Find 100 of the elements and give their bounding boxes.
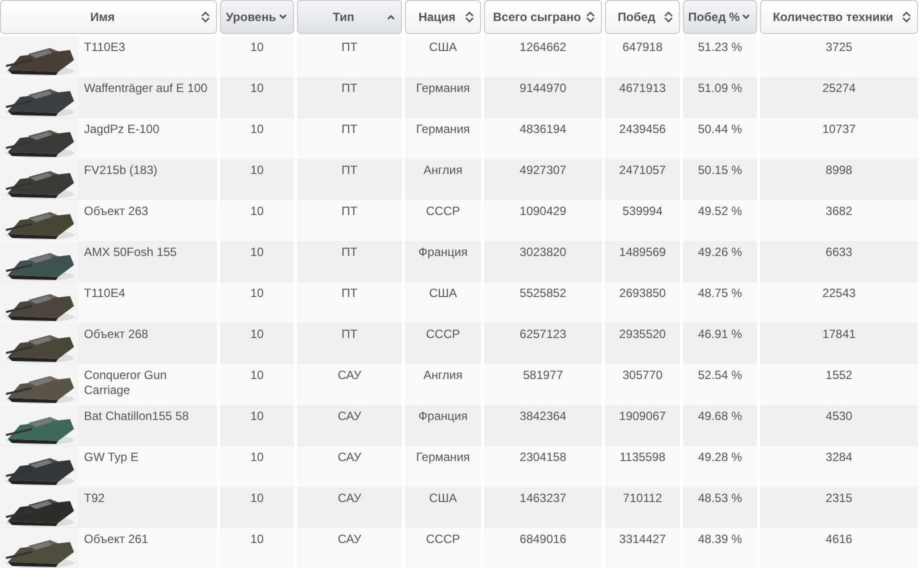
table-cell: 49.68 %	[698, 409, 742, 423]
table-cell: САУ	[338, 368, 362, 382]
table-cell: СССР	[426, 532, 460, 546]
table-cell: 51.23 %	[698, 40, 742, 54]
table-cell: 3314427	[619, 532, 666, 546]
table-cell: США	[429, 40, 457, 54]
table-cell: 51.09 %	[698, 81, 742, 95]
table-cell: 4530	[826, 409, 852, 423]
vehicle-name: T92	[84, 490, 106, 506]
table-cell: ПТ	[342, 40, 358, 54]
table-cell: Германия	[416, 81, 470, 95]
table-cell: 49.28 %	[698, 450, 742, 464]
table-cell: 25274	[822, 81, 856, 95]
table-cell: 2439456	[619, 122, 666, 136]
table-cell: 17841	[822, 327, 856, 341]
table-cell: 3284	[826, 450, 852, 464]
sort-icon	[201, 11, 210, 23]
vehicle-name: Объект 263	[84, 203, 150, 219]
table-cell: СССР	[426, 204, 460, 218]
table-cell: 4616	[826, 532, 852, 546]
table-cell: 10	[250, 409, 264, 423]
sort-icon	[664, 11, 673, 23]
table-cell: 6257123	[520, 327, 566, 341]
column-header[interactable]: Нация	[405, 0, 481, 34]
vehicle-name: Conqueror Gun Carriage	[84, 367, 168, 398]
table-cell: ПТ	[342, 122, 358, 136]
table-cell: 22543	[822, 286, 856, 300]
table-cell: 1135598	[620, 450, 666, 464]
table-cell: 1463237	[520, 491, 566, 505]
sort-icon	[465, 11, 474, 23]
column-header[interactable]: Побед %	[683, 0, 757, 34]
vehicle-name: Waffenträger auf E 100	[84, 80, 208, 96]
table-cell: 305770	[622, 368, 663, 382]
vehicle-name: AMX 50Fosh 155	[84, 244, 178, 260]
table-cell: 10737	[822, 122, 856, 136]
table-cell: 10	[250, 204, 264, 218]
vehicle-name: FV215b (183)	[84, 162, 158, 178]
table-cell: 3682	[826, 204, 852, 218]
table-cell: 2315	[826, 491, 852, 505]
table-cell: 48.39 %	[698, 532, 742, 546]
table-cell: 647918	[622, 40, 663, 54]
column-header[interactable]: Тип	[297, 0, 402, 34]
sort-icon	[902, 11, 911, 23]
table-cell: 3842364	[520, 409, 566, 423]
table-cell: 3725	[826, 40, 852, 54]
table-cell: США	[429, 286, 457, 300]
table-cell: ПТ	[342, 245, 358, 259]
vehicle-name: T110E4	[84, 285, 126, 301]
table-cell: 48.53 %	[698, 491, 742, 505]
table-cell: 2304158	[520, 450, 566, 464]
vehicle-name: Объект 268	[84, 326, 150, 342]
table-cell: ПТ	[342, 327, 358, 341]
table-cell: 9144970	[520, 81, 566, 95]
vehicle-name: Объект 261	[84, 531, 150, 547]
column-header[interactable]: Имя	[0, 0, 217, 34]
table-cell: 8998	[826, 163, 852, 177]
table-cell: 50.15 %	[698, 163, 742, 177]
table-cell: 1489569	[619, 245, 666, 259]
table-cell: 10	[250, 122, 264, 136]
table-cell: СССР	[426, 327, 460, 341]
table-cell: 10	[250, 450, 264, 464]
table-cell: 10	[250, 40, 264, 54]
table-cell: 2471057	[619, 163, 666, 177]
table-cell: САУ	[338, 532, 362, 546]
vehicle-name: T110E3	[84, 39, 126, 55]
column-header[interactable]: Всего сыграно	[484, 0, 602, 34]
table-cell: 4671913	[619, 81, 666, 95]
sort-icon	[586, 11, 595, 23]
table-cell: Англия	[424, 368, 462, 382]
table-cell: 6849016	[520, 532, 566, 546]
table-cell: 5525852	[520, 286, 566, 300]
table-cell: САУ	[338, 450, 362, 464]
sort-down-icon	[742, 14, 750, 20]
column-header[interactable]: Уровень	[220, 0, 294, 34]
table-cell: 2693850	[619, 286, 666, 300]
table-cell: Франция	[418, 409, 468, 423]
table-cell: 2935520	[619, 327, 666, 341]
table-cell: 52.54 %	[698, 368, 742, 382]
table-cell: США	[429, 491, 457, 505]
sort-up-icon	[387, 14, 395, 20]
table-cell: Франция	[418, 245, 468, 259]
table-cell: 710112	[622, 491, 662, 505]
vehicle-name: Bat Chatillon155 58	[84, 408, 190, 424]
table-cell: 1090429	[520, 204, 566, 218]
table-cell: 46.91 %	[698, 327, 742, 341]
column-header[interactable]: Количество техники	[760, 0, 918, 34]
table-cell: 4836194	[520, 122, 566, 136]
table-cell: 49.52 %	[698, 204, 742, 218]
table-cell: 4927307	[520, 163, 566, 177]
table-cell: 10	[250, 163, 264, 177]
table-cell: 10	[250, 532, 264, 546]
table-cell: 50.44 %	[698, 122, 742, 136]
table-cell: 10	[250, 491, 264, 505]
table-cell: 1909067	[619, 409, 666, 423]
table-cell: 10	[250, 368, 264, 382]
table-cell: ПТ	[342, 204, 358, 218]
column-header[interactable]: Побед	[605, 0, 680, 34]
table-cell: 581977	[522, 368, 564, 382]
table-cell: Германия	[416, 450, 470, 464]
table-cell: 10	[250, 245, 264, 259]
